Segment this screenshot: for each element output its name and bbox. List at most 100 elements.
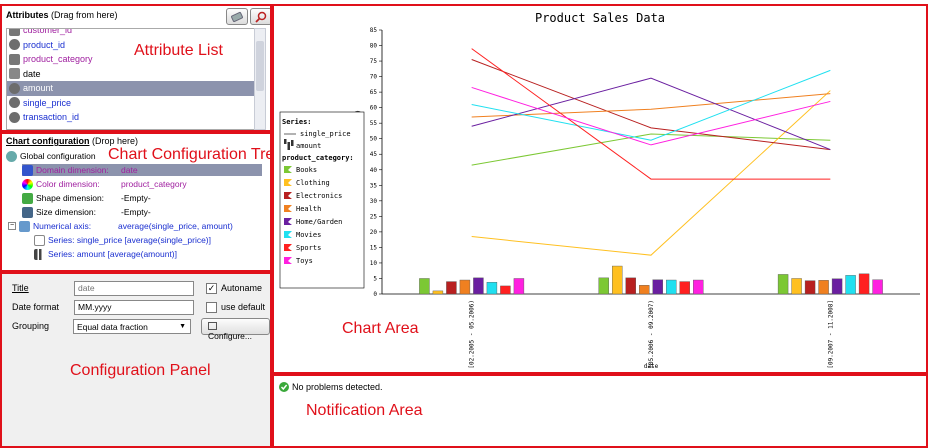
use-default-label: use default <box>221 302 266 312</box>
tree-size-dimension[interactable]: Size dimension: -Empty- <box>22 206 151 218</box>
legend-bar-series: amount <box>296 142 321 150</box>
chart-configuration-hint: (Drop here) <box>92 136 139 146</box>
y-tick-label: 70 <box>370 74 378 81</box>
legend-entry: Clothing <box>296 179 330 187</box>
bar-books <box>419 278 430 295</box>
bar-movies <box>666 279 677 295</box>
axis-value: average(single_price, amount) <box>118 221 233 231</box>
configuration-panel: Title ✓ Autoname Date format use default… <box>0 272 272 448</box>
bar-clothing <box>432 290 444 295</box>
attribute-list-header: Attributes (Drag from here) <box>6 10 118 20</box>
legend-category-header: product_category: <box>282 154 354 162</box>
collapse-icon[interactable]: − <box>8 222 16 230</box>
attribute-list-scrollbar[interactable] <box>254 28 266 130</box>
line-books <box>471 133 831 166</box>
grouping-select[interactable]: Equal data fraction ▼ <box>72 318 192 334</box>
eraser-button[interactable] <box>226 8 248 25</box>
tree-series-amount[interactable]: Series: amount [average(amount)] <box>34 248 177 260</box>
bar-home-garden <box>652 279 663 295</box>
bar-health <box>639 285 650 295</box>
attribute-item[interactable]: customer_id <box>7 28 263 38</box>
line-health <box>471 93 831 118</box>
color-value: product_category <box>121 179 187 189</box>
globe-icon <box>6 150 17 162</box>
attribute-item[interactable]: amount <box>7 81 263 96</box>
tree-global-label: Global configuration <box>20 151 96 161</box>
y-tick-label: 20 <box>370 229 378 236</box>
legend-entry: Home/Garden <box>296 218 342 226</box>
y-tick-label: 5 <box>373 275 377 282</box>
bar-sports <box>679 281 690 295</box>
y-tick-label: 85 <box>370 27 378 34</box>
legend-entry: Sports <box>296 244 321 252</box>
axis-icon <box>19 220 30 232</box>
y-tick-label: 80 <box>370 43 378 50</box>
date-format-label: Date format <box>12 302 60 312</box>
nominal-icon <box>9 53 20 65</box>
size-label: Size dimension: <box>36 207 97 217</box>
tree-color-dimension[interactable]: Color dimension: product_category <box>22 178 187 190</box>
bar-clothing <box>791 278 802 295</box>
bar-home-garden <box>831 278 843 295</box>
integer-icon <box>9 97 20 109</box>
bar-electronics <box>625 277 636 295</box>
attribute-item[interactable]: transaction_id <box>7 110 263 125</box>
search-button[interactable] <box>250 8 270 25</box>
bar-electronics <box>804 280 816 295</box>
attribute-label: amount <box>23 83 54 93</box>
bar-electronics <box>446 281 457 295</box>
bar-toys <box>513 278 525 295</box>
eraser-icon <box>231 11 243 23</box>
legend-entry: Movies <box>296 231 321 239</box>
bar-sports <box>858 273 870 295</box>
attribute-label: single_price <box>23 97 72 108</box>
chevron-down-icon: ▼ <box>179 322 187 330</box>
attribute-label: customer_id <box>23 28 73 35</box>
bar-movies <box>486 281 498 295</box>
size-icon <box>22 206 33 218</box>
tree-series-single-price[interactable]: Series: single_price [average(single_pri… <box>34 234 211 246</box>
tree-numerical-axis[interactable]: − Numerical axis: average(single_price, … <box>8 220 233 232</box>
bar-books <box>777 274 789 295</box>
attribute-label: date <box>23 68 41 79</box>
tree-domain-dimension[interactable]: Domain dimension: date <box>22 164 262 176</box>
legend-line-series: single_price <box>300 130 351 138</box>
autoname-checkbox[interactable]: ✓ <box>206 282 217 294</box>
y-tick-label: 60 <box>370 105 378 112</box>
axis-label: Numerical axis: <box>33 221 92 231</box>
title-row: Title ✓ Autoname <box>12 280 262 296</box>
domain-icon <box>22 164 33 176</box>
y-tick-label: 50 <box>370 136 378 143</box>
y-tick-label: 40 <box>370 167 378 174</box>
series2-label: Series: amount [average(amount)] <box>48 249 177 259</box>
color-wheel-icon <box>22 178 33 190</box>
attribute-list-hint: (Drag from here) <box>51 10 118 20</box>
tree-global-configuration[interactable]: Global configuration <box>6 150 96 162</box>
attribute-item[interactable]: date <box>7 67 263 82</box>
legend-entry: Toys <box>296 257 313 265</box>
grouping-label: Grouping <box>12 321 50 331</box>
bar-sports <box>500 285 511 295</box>
bar-health <box>818 280 829 295</box>
chart-title: Product Sales Data <box>535 11 665 25</box>
line-sports <box>471 48 831 180</box>
attribute-item[interactable]: single_price <box>7 96 263 111</box>
y-tick-label: 55 <box>370 120 378 127</box>
integer-icon <box>9 39 20 51</box>
bar-toys <box>693 279 704 295</box>
y-tick-label: 15 <box>370 244 378 251</box>
use-default-checkbox[interactable] <box>206 301 217 313</box>
y-tick-label: 30 <box>370 198 378 205</box>
tree-shape-dimension[interactable]: Shape dimension: -Empty- <box>22 192 151 204</box>
window-icon <box>208 321 218 330</box>
nominal-icon <box>9 29 20 36</box>
date-format-input[interactable] <box>74 299 194 315</box>
legend-bar-symbol <box>284 139 287 144</box>
date-format-row: Date format use default <box>12 299 265 315</box>
integer-icon <box>9 82 20 94</box>
legend-bar-symbol <box>287 142 290 150</box>
chart-configuration-title: Chart configuration <box>6 136 90 146</box>
configure-button[interactable]: Configure... <box>201 317 270 341</box>
chart-configuration-panel: Chart configuration (Drop here) Global c… <box>0 132 272 272</box>
title-input[interactable] <box>74 280 194 296</box>
